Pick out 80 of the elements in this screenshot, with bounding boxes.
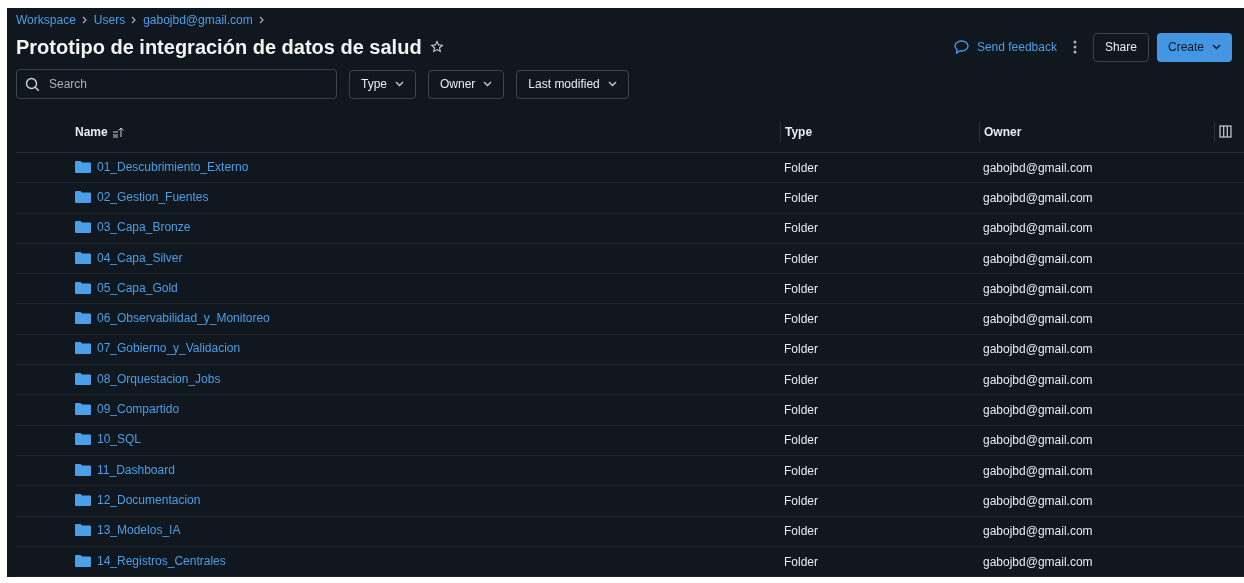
caret-icon <box>1212 44 1221 50</box>
star-icon[interactable] <box>429 40 444 54</box>
table-cell-text: Folder <box>783 311 819 329</box>
folder-icon <box>75 221 91 234</box>
folder-link[interactable]: 12_Documentacion <box>75 490 201 509</box>
folder-link[interactable]: 01_Descubrimiento_Externo <box>75 157 249 176</box>
folder-icon <box>75 190 91 203</box>
table-cell-text: gabojbd@gmail.com <box>982 402 1094 419</box>
table-cell-text: gabojbd@gmail.com <box>982 341 1094 359</box>
table-cell-text: gabojbd@gmail.com <box>982 189 1094 207</box>
folder-link[interactable]: 13_Modelos_IA <box>75 521 181 540</box>
table-cell-text: Folder <box>783 402 819 419</box>
search-field[interactable]: Search <box>16 69 337 99</box>
table-cell-text: gabojbd@gmail.com <box>982 432 1094 450</box>
folder-icon <box>75 463 91 476</box>
send-feedback-link[interactable]: Send feedback <box>976 38 1057 56</box>
folder-link[interactable]: 10_SQL <box>75 430 142 449</box>
page-title: Prototipo de integración de datos de salud <box>16 35 422 60</box>
filter-dropdown[interactable]: Type <box>349 69 416 99</box>
search-icon <box>25 77 40 92</box>
table-cell-text: gabojbd@gmail.com <box>982 371 1094 389</box>
folder-link[interactable]: 06_Observabilidad_y_Monitoreo <box>75 309 270 328</box>
chat-bubble-icon <box>953 40 969 54</box>
breadcrumb-link[interactable]: Workspace <box>16 10 76 29</box>
share-button[interactable]: Share <box>1092 32 1149 62</box>
folder-link[interactable]: 03_Capa_Bronze <box>75 218 191 237</box>
table-cell-text: Folder <box>783 159 819 177</box>
folder-icon <box>75 251 91 264</box>
caret-icon <box>395 81 404 87</box>
table-cell-text: gabojbd@gmail.com <box>982 250 1094 268</box>
folder-icon <box>75 524 91 537</box>
folder-icon <box>75 403 91 415</box>
table-cell-text: Folder <box>783 462 819 480</box>
breadcrumb-link[interactable]: gabojbd@gmail.com <box>143 10 253 29</box>
folder-link[interactable]: 05_Capa_Gold <box>75 278 178 297</box>
kebab-menu-icon[interactable] <box>1072 40 1077 54</box>
folder-icon <box>75 372 91 385</box>
folder-icon <box>75 160 91 173</box>
table-cell-text: gabojbd@gmail.com <box>982 492 1094 510</box>
table-cell-text: gabojbd@gmail.com <box>982 523 1094 541</box>
caret-icon <box>607 81 617 87</box>
table-cell-text: Folder <box>783 492 819 510</box>
folder-icon <box>75 554 91 567</box>
table-cell-text: Folder <box>783 189 819 207</box>
table-cell-text: Folder <box>783 553 819 571</box>
table-cell-text: gabojbd@gmail.com <box>982 280 1094 298</box>
folder-link[interactable]: 14_Registros_Centrales <box>75 551 226 570</box>
table-cell-text: gabojbd@gmail.com <box>982 553 1094 571</box>
folder-icon <box>75 433 91 446</box>
table-cell-text: Folder <box>783 280 819 298</box>
folder-icon <box>75 312 91 325</box>
sort-icon[interactable] <box>111 125 124 138</box>
folder-icon <box>75 342 91 355</box>
table-cell-text: gabojbd@gmail.com <box>982 462 1094 480</box>
create-button[interactable]: Create <box>1156 32 1232 62</box>
table-cell-text: Folder <box>783 341 819 359</box>
table-cell-text: Folder <box>783 371 819 389</box>
table-cell-text: Folder <box>783 523 819 541</box>
caret-icon <box>483 81 493 87</box>
table-cell-text: gabojbd@gmail.com <box>982 159 1094 177</box>
breadcrumb-link[interactable]: Users <box>93 10 126 29</box>
table-cell-text: Folder <box>783 432 819 450</box>
column-header[interactable]: Owner <box>984 122 1022 141</box>
folder-link[interactable]: 09_Compartido <box>75 400 180 418</box>
columns-icon[interactable] <box>1219 125 1232 138</box>
folder-link[interactable]: 04_Capa_Silver <box>75 248 183 267</box>
table-cell-text: Folder <box>783 250 819 268</box>
folder-icon <box>75 281 91 294</box>
folder-link[interactable]: 08_Orquestacion_Jobs <box>75 369 221 388</box>
folder-link[interactable]: 07_Gobierno_y_Validacion <box>75 339 241 358</box>
table-cell-text: gabojbd@gmail.com <box>982 311 1094 329</box>
column-header[interactable]: Type <box>785 122 813 141</box>
column-header[interactable]: Name <box>75 122 108 141</box>
table-cell-text: Folder <box>783 220 819 238</box>
folder-icon <box>75 493 91 506</box>
filter-dropdown[interactable]: Owner <box>428 69 505 99</box>
table-cell-text: gabojbd@gmail.com <box>982 220 1094 238</box>
filter-dropdown[interactable]: Last modified <box>516 69 629 99</box>
folder-link[interactable]: 11_Dashboard <box>75 460 175 479</box>
folder-link[interactable]: 02_Gestion_Fuentes <box>75 187 209 206</box>
